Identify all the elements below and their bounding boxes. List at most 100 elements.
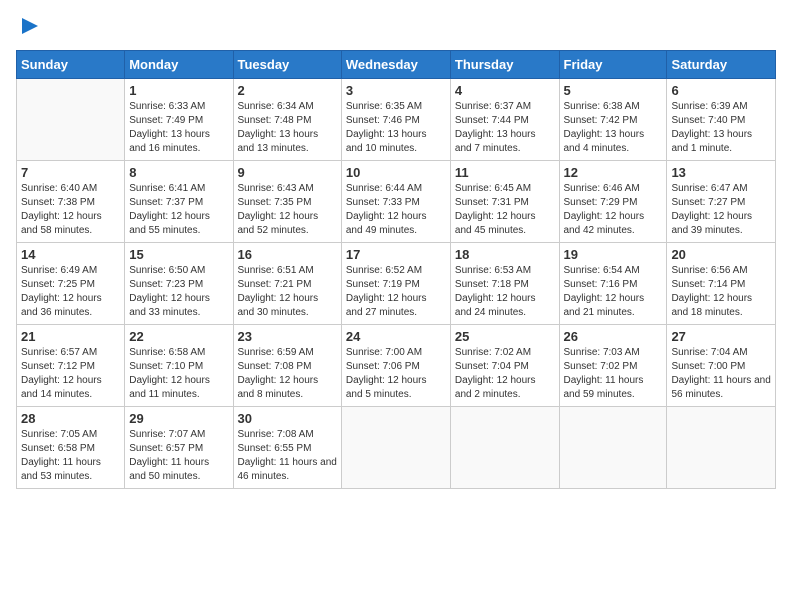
calendar-cell	[17, 79, 125, 161]
day-number: 16	[238, 247, 337, 262]
calendar-cell: 1Sunrise: 6:33 AMSunset: 7:49 PMDaylight…	[125, 79, 233, 161]
day-info: Sunrise: 6:52 AMSunset: 7:19 PMDaylight:…	[346, 264, 446, 320]
calendar-cell: 20 Sunrise: 6:56 AMSunset: 7:14 PMDayligh…	[667, 243, 776, 325]
day-number: 30	[238, 411, 337, 426]
day-info: Sunrise: 7:02 AMSunset: 7:04 PMDaylight:…	[455, 346, 555, 402]
day-info: Sunrise: 6:47 AMSunset: 7:27 PMDaylight:…	[671, 182, 771, 238]
calendar-cell: 14 Sunrise: 6:49 AMSunset: 7:25 PMDayligh…	[17, 243, 125, 325]
weekday-header-row: SundayMondayTuesdayWednesdayThursdayFrid…	[17, 51, 776, 79]
calendar-cell: 17 Sunrise: 6:52 AMSunset: 7:19 PMDayligh…	[341, 243, 450, 325]
calendar-cell: 24 Sunrise: 7:00 AMSunset: 7:06 PMDayligh…	[341, 325, 450, 407]
weekday-header: Thursday	[450, 51, 559, 79]
logo	[16, 16, 42, 40]
day-number: 23	[238, 329, 337, 344]
day-number: 3	[346, 83, 446, 98]
day-number: 28	[21, 411, 120, 426]
week-row: 14 Sunrise: 6:49 AMSunset: 7:25 PMDayligh…	[17, 243, 776, 325]
day-number: 7	[21, 165, 120, 180]
day-info: Sunrise: 7:04 AMSunset: 7:00 PMDaylight:…	[671, 346, 771, 402]
day-info: Sunrise: 6:40 AMSunset: 7:38 PMDaylight:…	[21, 182, 120, 238]
day-info: Sunrise: 6:34 AMSunset: 7:48 PMDaylight:…	[238, 100, 337, 156]
week-row: 21Sunrise: 6:57 AMSunset: 7:12 PMDayligh…	[17, 325, 776, 407]
day-number: 27	[671, 329, 771, 344]
weekday-header: Friday	[559, 51, 667, 79]
day-info: Sunrise: 6:59 AMSunset: 7:08 PMDaylight:…	[238, 346, 337, 402]
day-info: Sunrise: 7:00 AMSunset: 7:06 PMDaylight:…	[346, 346, 446, 402]
calendar-cell: 10 Sunrise: 6:44 AMSunset: 7:33 PMDayligh…	[341, 161, 450, 243]
week-row: 1Sunrise: 6:33 AMSunset: 7:49 PMDaylight…	[17, 79, 776, 161]
day-info: Sunrise: 6:45 AMSunset: 7:31 PMDaylight:…	[455, 182, 555, 238]
calendar-cell: 23 Sunrise: 6:59 AMSunset: 7:08 PMDayligh…	[233, 325, 341, 407]
calendar-cell	[559, 407, 667, 489]
day-number: 26	[564, 329, 663, 344]
calendar-cell: 13Sunrise: 6:47 AMSunset: 7:27 PMDayligh…	[667, 161, 776, 243]
day-info: Sunrise: 6:39 AMSunset: 7:40 PMDaylight:…	[671, 100, 771, 156]
day-info: Sunrise: 7:07 AMSunset: 6:57 PMDaylight:…	[129, 428, 228, 484]
day-info: Sunrise: 6:57 AMSunset: 7:12 PMDaylight:…	[21, 346, 120, 402]
calendar-cell: 7 Sunrise: 6:40 AMSunset: 7:38 PMDaylight…	[17, 161, 125, 243]
day-info: Sunrise: 7:03 AMSunset: 7:02 PMDaylight:…	[564, 346, 663, 402]
calendar-cell: 6 Sunrise: 6:39 AMSunset: 7:40 PMDaylight…	[667, 79, 776, 161]
day-info: Sunrise: 6:37 AMSunset: 7:44 PMDaylight:…	[455, 100, 555, 156]
calendar-cell: 8 Sunrise: 6:41 AMSunset: 7:37 PMDaylight…	[125, 161, 233, 243]
calendar-cell: 4 Sunrise: 6:37 AMSunset: 7:44 PMDaylight…	[450, 79, 559, 161]
week-row: 28 Sunrise: 7:05 AMSunset: 6:58 PMDayligh…	[17, 407, 776, 489]
calendar-cell	[450, 407, 559, 489]
day-number: 2	[238, 83, 337, 98]
day-info: Sunrise: 6:38 AMSunset: 7:42 PMDaylight:…	[564, 100, 663, 156]
day-number: 15	[129, 247, 228, 262]
calendar-cell: 25Sunrise: 7:02 AMSunset: 7:04 PMDayligh…	[450, 325, 559, 407]
calendar-cell: 28 Sunrise: 7:05 AMSunset: 6:58 PMDayligh…	[17, 407, 125, 489]
day-info: Sunrise: 6:56 AMSunset: 7:14 PMDaylight:…	[671, 264, 771, 320]
day-number: 1	[129, 83, 228, 98]
page-header	[16, 16, 776, 40]
day-info: Sunrise: 6:43 AMSunset: 7:35 PMDaylight:…	[238, 182, 337, 238]
day-info: Sunrise: 6:35 AMSunset: 7:46 PMDaylight:…	[346, 100, 446, 156]
day-info: Sunrise: 6:44 AMSunset: 7:33 PMDaylight:…	[346, 182, 446, 238]
day-info: Sunrise: 6:41 AMSunset: 7:37 PMDaylight:…	[129, 182, 228, 238]
day-info: Sunrise: 6:46 AMSunset: 7:29 PMDaylight:…	[564, 182, 663, 238]
logo-flag-icon	[18, 16, 42, 40]
calendar-cell: 22Sunrise: 6:58 AMSunset: 7:10 PMDayligh…	[125, 325, 233, 407]
day-info: Sunrise: 6:51 AMSunset: 7:21 PMDaylight:…	[238, 264, 337, 320]
weekday-header: Monday	[125, 51, 233, 79]
calendar-cell: 15 Sunrise: 6:50 AMSunset: 7:23 PMDayligh…	[125, 243, 233, 325]
weekday-header: Sunday	[17, 51, 125, 79]
day-number: 5	[564, 83, 663, 98]
day-number: 11	[455, 165, 555, 180]
day-info: Sunrise: 6:49 AMSunset: 7:25 PMDaylight:…	[21, 264, 120, 320]
calendar-cell: 3 Sunrise: 6:35 AMSunset: 7:46 PMDaylight…	[341, 79, 450, 161]
weekday-header: Wednesday	[341, 51, 450, 79]
day-number: 6	[671, 83, 771, 98]
day-number: 29	[129, 411, 228, 426]
day-info: Sunrise: 7:08 AMSunset: 6:55 PMDaylight:…	[238, 428, 337, 484]
day-number: 8	[129, 165, 228, 180]
day-number: 12	[564, 165, 663, 180]
day-number: 14	[21, 247, 120, 262]
day-number: 19	[564, 247, 663, 262]
calendar-cell: 5 Sunrise: 6:38 AMSunset: 7:42 PMDaylight…	[559, 79, 667, 161]
week-row: 7 Sunrise: 6:40 AMSunset: 7:38 PMDaylight…	[17, 161, 776, 243]
day-number: 10	[346, 165, 446, 180]
day-info: Sunrise: 7:05 AMSunset: 6:58 PMDaylight:…	[21, 428, 120, 484]
day-number: 18	[455, 247, 555, 262]
day-info: Sunrise: 6:53 AMSunset: 7:18 PMDaylight:…	[455, 264, 555, 320]
calendar-cell: 11 Sunrise: 6:45 AMSunset: 7:31 PMDayligh…	[450, 161, 559, 243]
calendar-cell: 26 Sunrise: 7:03 AMSunset: 7:02 PMDayligh…	[559, 325, 667, 407]
calendar-table: SundayMondayTuesdayWednesdayThursdayFrid…	[16, 50, 776, 489]
calendar-cell: 27 Sunrise: 7:04 AMSunset: 7:00 PMDayligh…	[667, 325, 776, 407]
calendar-cell: 19 Sunrise: 6:54 AMSunset: 7:16 PMDayligh…	[559, 243, 667, 325]
weekday-header: Saturday	[667, 51, 776, 79]
day-info: Sunrise: 6:50 AMSunset: 7:23 PMDaylight:…	[129, 264, 228, 320]
calendar-cell: 9Sunrise: 6:43 AMSunset: 7:35 PMDaylight…	[233, 161, 341, 243]
day-number: 4	[455, 83, 555, 98]
day-number: 24	[346, 329, 446, 344]
calendar-cell: 30 Sunrise: 7:08 AMSunset: 6:55 PMDayligh…	[233, 407, 341, 489]
day-number: 22	[129, 329, 228, 344]
day-number: 20	[671, 247, 771, 262]
calendar-cell: 2 Sunrise: 6:34 AMSunset: 7:48 PMDaylight…	[233, 79, 341, 161]
day-number: 17	[346, 247, 446, 262]
calendar-cell	[341, 407, 450, 489]
calendar-cell: 12 Sunrise: 6:46 AMSunset: 7:29 PMDayligh…	[559, 161, 667, 243]
day-info: Sunrise: 6:54 AMSunset: 7:16 PMDaylight:…	[564, 264, 663, 320]
